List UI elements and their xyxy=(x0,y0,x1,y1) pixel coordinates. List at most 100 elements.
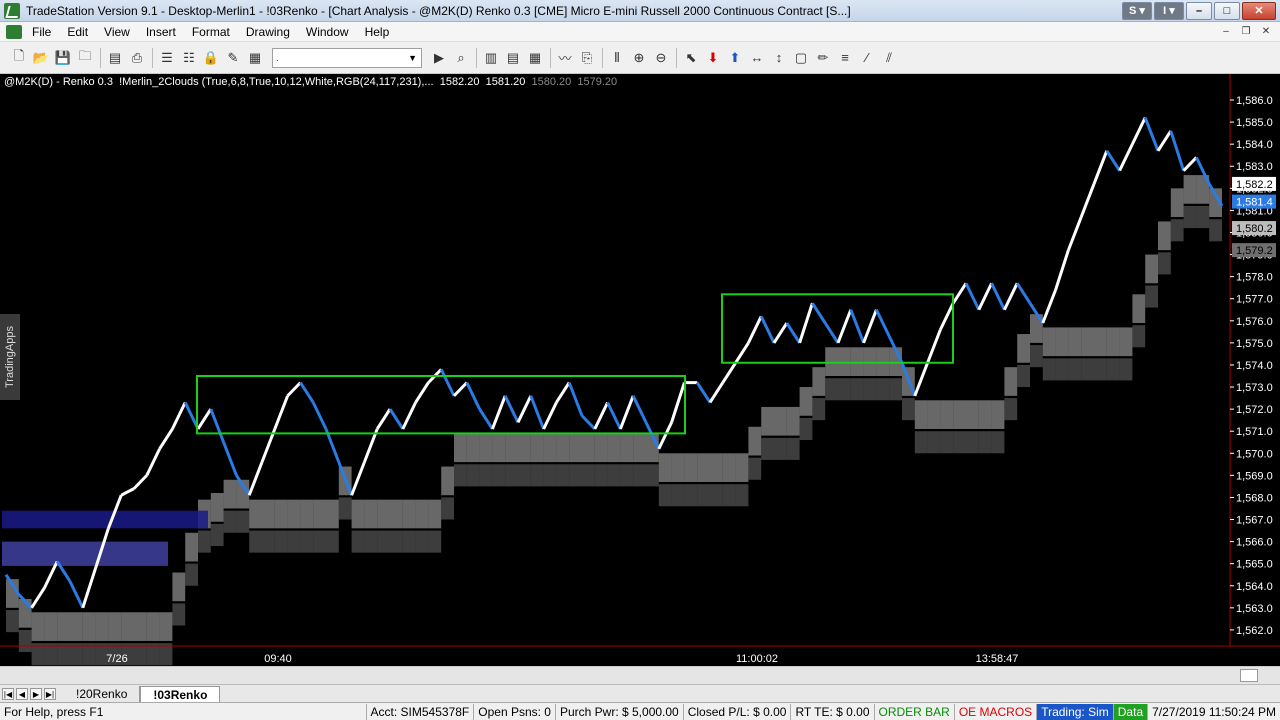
document-icon[interactable] xyxy=(6,24,22,39)
menu-help[interactable]: Help xyxy=(357,25,398,39)
save-icon[interactable]: 💾 xyxy=(52,47,74,69)
status-purchasing-power: Purch Pwr: $ 5,000.00 xyxy=(554,703,683,720)
menu-format[interactable]: Format xyxy=(184,25,238,39)
blue-cloud-band xyxy=(2,510,208,529)
cloud-band xyxy=(82,612,96,641)
tab-20renko[interactable]: !20Renko xyxy=(64,685,141,702)
symbol-combo[interactable]: . ▼ xyxy=(272,47,422,68)
down-arrow-icon[interactable]: ⬇ xyxy=(702,47,724,69)
minimize-button[interactable]: – xyxy=(1186,1,1212,20)
cloud-band xyxy=(761,437,774,460)
maximize-button[interactable]: □ xyxy=(1214,1,1240,20)
renko-down-segment xyxy=(465,381,481,410)
scroll-thumb[interactable] xyxy=(1240,669,1258,682)
cloud-band xyxy=(1132,294,1146,324)
rectangle-icon[interactable]: ▢ xyxy=(790,47,812,69)
last-tab-icon[interactable]: ▶| xyxy=(44,687,56,700)
chart-style-icon[interactable]: ▥ xyxy=(480,47,502,69)
format-icon[interactable]: ✎ xyxy=(222,47,244,69)
menu-drawing[interactable]: Drawing xyxy=(238,25,298,39)
s-menu-button[interactable]: S ▾ xyxy=(1122,1,1152,20)
prev-tab-icon[interactable]: ◀ xyxy=(16,687,28,700)
cloud-band xyxy=(1145,254,1158,284)
time-tick-label: 13:58:47 xyxy=(976,653,1019,665)
print-preview-icon[interactable]: ▤ xyxy=(104,47,126,69)
renko-down-segment xyxy=(311,401,328,430)
separator xyxy=(598,47,606,69)
cloud-band xyxy=(1081,327,1094,357)
close-button[interactable]: ✕ xyxy=(1242,1,1276,20)
format-symbol-icon[interactable]: ⎘ xyxy=(576,47,598,69)
renko-up-segment xyxy=(414,381,430,404)
cloud-band xyxy=(479,464,493,487)
trading-mode-badge[interactable]: Trading: Sim xyxy=(1036,703,1113,720)
menu-edit[interactable]: Edit xyxy=(59,25,96,39)
cloud-band xyxy=(326,499,339,529)
cloud-band xyxy=(1158,221,1171,251)
grid-icon[interactable]: ▦ xyxy=(524,47,546,69)
cloud-band xyxy=(364,530,378,553)
menu-insert[interactable]: Insert xyxy=(138,25,184,39)
bar-chart-icon[interactable]: ⫴ xyxy=(606,47,628,69)
print-icon[interactable]: ⎙ xyxy=(126,47,148,69)
vertical-line-icon[interactable]: ↕ xyxy=(768,47,790,69)
workspace-tabs: |◀ ◀ ▶ ▶| !20Renko !03Renko xyxy=(0,684,1280,702)
data-window-icon[interactable]: ▤ xyxy=(502,47,524,69)
status-bar: For Help, press F1 Acct: SIM545378F Open… xyxy=(0,702,1280,720)
renko-up-segment xyxy=(1182,156,1198,172)
symbol-lookup-icon[interactable]: ⌕ xyxy=(450,47,472,69)
cloud-band xyxy=(1119,327,1133,357)
zoom-in-icon[interactable]: ⊕ xyxy=(628,47,650,69)
window-sync-icon[interactable]: ☷ xyxy=(178,47,200,69)
up-arrow-icon[interactable]: ⬆ xyxy=(724,47,746,69)
chart-header: @M2K(D) - Renko 0.3 !Merlin_2Clouds (Tru… xyxy=(4,76,617,88)
horizontal-scrollbar[interactable] xyxy=(0,666,1280,684)
menu-window[interactable]: Window xyxy=(298,25,357,39)
cloud-band xyxy=(1055,358,1069,381)
chevron-down-icon[interactable]: ▼ xyxy=(408,53,417,63)
lock-icon[interactable]: 🔒 xyxy=(200,47,222,69)
new-icon[interactable]: 🗋 xyxy=(8,47,30,69)
renko-up-segment xyxy=(926,329,942,364)
pencil-icon[interactable]: ✏ xyxy=(812,47,834,69)
cloud-band xyxy=(684,484,698,507)
cloud-band xyxy=(569,464,582,487)
parallel-lines-icon[interactable]: ⫽ xyxy=(878,47,900,69)
wave-icon[interactable]: 〰 xyxy=(554,47,576,69)
cloud-band xyxy=(889,378,902,401)
next-tab-icon[interactable]: ▶ xyxy=(30,687,42,700)
pointer-icon[interactable]: ⬉ xyxy=(680,47,702,69)
first-tab-icon[interactable]: |◀ xyxy=(2,687,14,700)
cloud-band xyxy=(1068,327,1082,357)
renko-down-segment xyxy=(388,408,405,430)
i-menu-button[interactable]: I ▾ xyxy=(1154,1,1184,20)
open-icon[interactable]: 📂 xyxy=(30,47,52,69)
folder-icon[interactable]: 🗀 xyxy=(74,47,96,69)
mdi-close-button[interactable]: ✕ xyxy=(1258,25,1274,39)
cloud-band xyxy=(249,530,262,553)
renko-up-segment xyxy=(286,381,302,397)
renko-up-segment xyxy=(862,309,878,344)
cloud-band xyxy=(1004,367,1018,396)
renko-chart[interactable]: 1,586.01,585.01,584.01,583.01,582.01,581… xyxy=(0,74,1280,666)
mdi-minimize-button[interactable]: – xyxy=(1218,25,1234,39)
horizontal-line-icon[interactable]: ↔ xyxy=(746,47,768,69)
cloud-band xyxy=(287,530,301,553)
go-arrow-icon[interactable]: ▶ xyxy=(428,47,450,69)
oe-macros-button[interactable]: OE MACROS xyxy=(953,703,1036,720)
mdi-restore-button[interactable]: ❐ xyxy=(1238,25,1254,39)
renko-up-segment xyxy=(516,395,533,424)
cloud-band xyxy=(351,499,365,529)
tab-03renko[interactable]: !03Renko xyxy=(140,685,221,702)
zoom-out-icon[interactable]: ⊖ xyxy=(650,47,672,69)
trendline-icon[interactable]: ∕ xyxy=(856,47,878,69)
window-link-icon[interactable]: ☰ xyxy=(156,47,178,69)
lines-icon[interactable]: ≡ xyxy=(834,47,856,69)
menu-view[interactable]: View xyxy=(96,25,138,39)
menu-file[interactable]: File xyxy=(24,25,59,39)
tradingapps-tab[interactable]: TradingApps xyxy=(0,314,20,400)
order-bar-button[interactable]: ORDER BAR xyxy=(873,703,954,720)
chart-area[interactable]: 1,586.01,585.01,584.01,583.01,582.01,581… xyxy=(0,74,1280,666)
table-icon[interactable]: ▦ xyxy=(244,47,266,69)
cloud-band xyxy=(274,499,288,529)
